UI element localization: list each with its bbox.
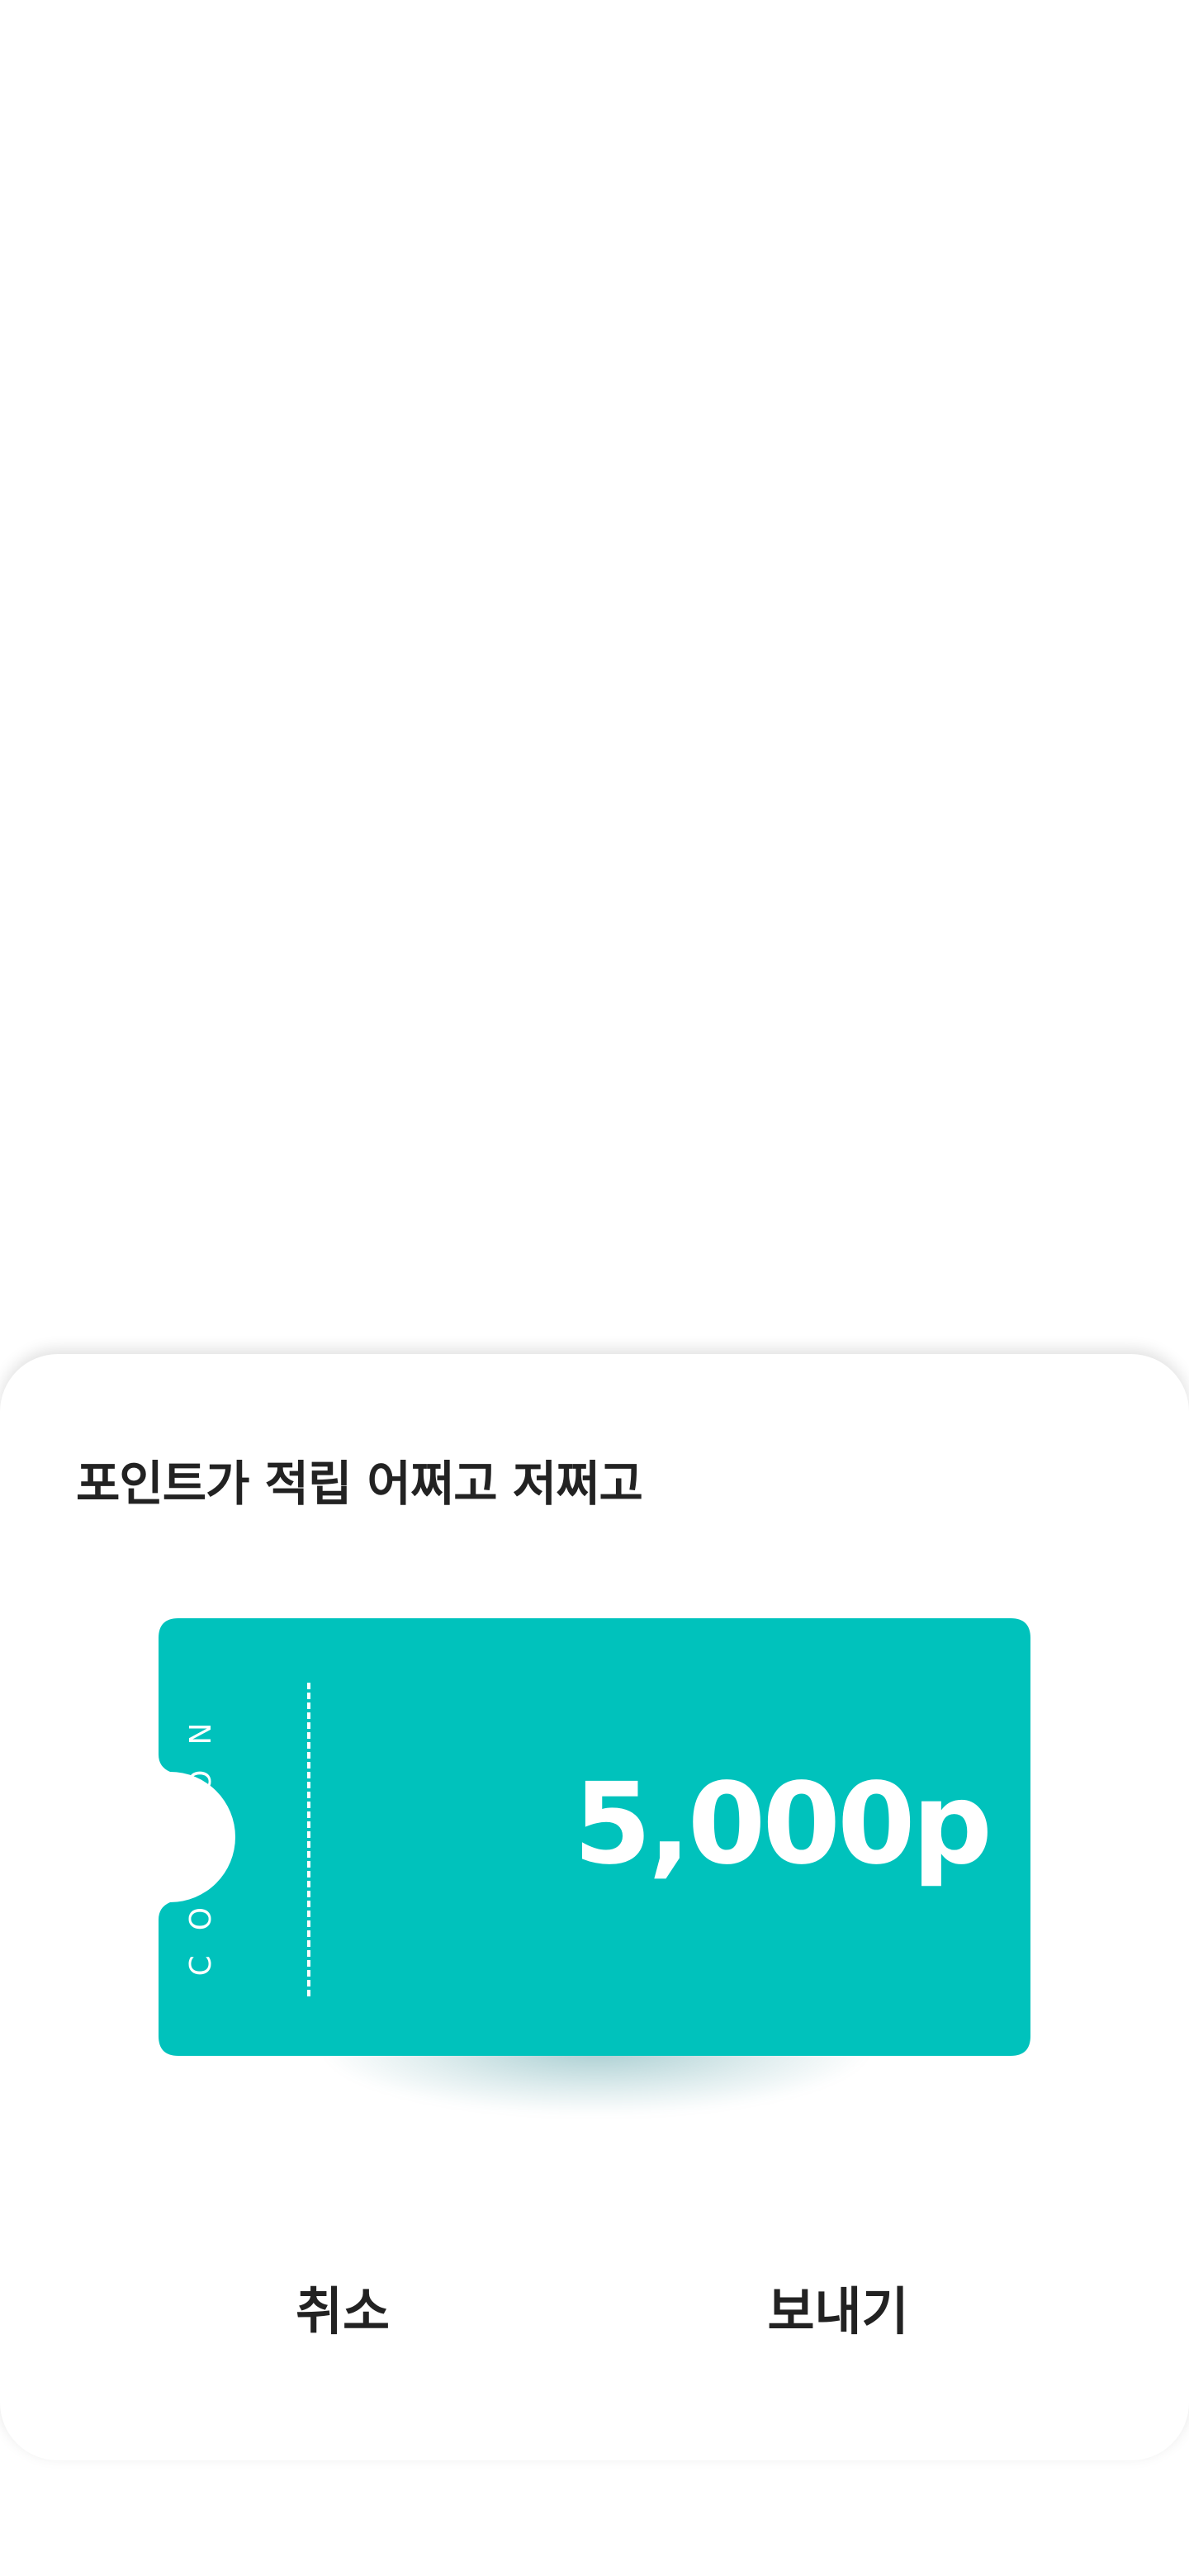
- bottom-sheet-dialog: 포인트가 적립 어쩌고 저쩌고 COUPON 5,000p 취소 보내기: [0, 1354, 1189, 2460]
- coupon-label: COUPON: [184, 1698, 218, 1977]
- dialog-title: 포인트가 적립 어쩌고 저쩌고: [76, 1456, 643, 1512]
- send-button[interactable]: 보내기: [665, 2262, 1011, 2361]
- coupon-card: COUPON 5,000p: [159, 1618, 1030, 2114]
- coupon-value: 5,000p: [573, 1759, 992, 1890]
- coupon-divider: [307, 1683, 310, 1996]
- dialog-actions: 취소 보내기: [0, 2262, 1189, 2361]
- coupon-ticket: COUPON 5,000p: [159, 1618, 1030, 2056]
- cancel-button[interactable]: 취소: [169, 2262, 516, 2361]
